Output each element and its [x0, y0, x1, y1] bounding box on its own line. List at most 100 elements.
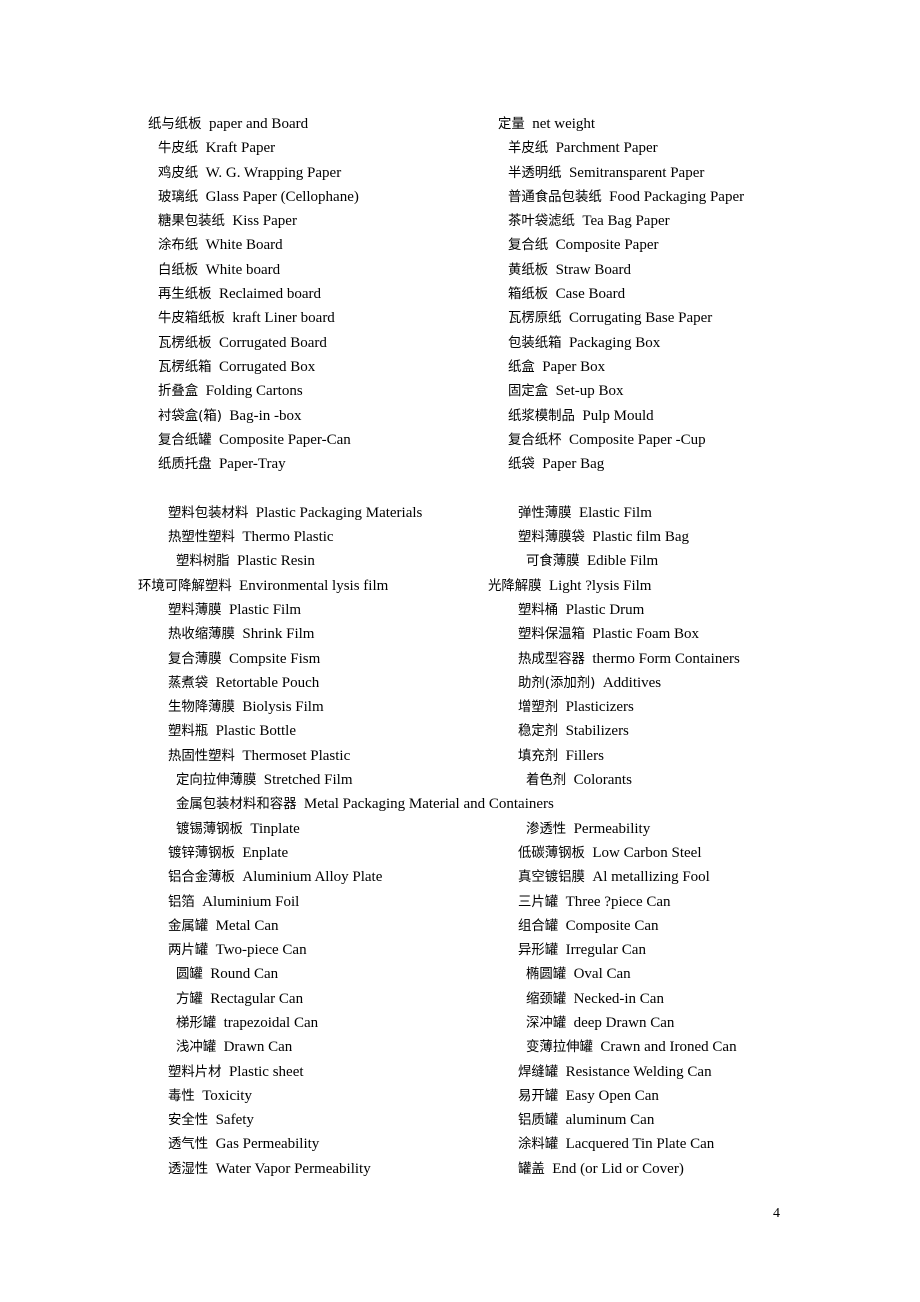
glossary-entry-left: 透气性 Gas Permeability	[148, 1132, 518, 1157]
term-chinese: 梯形罐	[176, 1015, 217, 1031]
term-english: Plastic sheet	[228, 1063, 304, 1080]
term-english: Colorants	[573, 772, 632, 789]
glossary-entry-right: 箱纸板 Case Board	[508, 282, 788, 307]
term-chinese: 环境可降解塑料	[138, 578, 232, 594]
glossary-entry-right: 低碳薄钢板 Low Carbon Steel	[518, 841, 788, 866]
term-english: Aluminium Alloy Plate	[242, 869, 383, 886]
glossary-entry-right: 变薄拉伸罐 Crawn and Ironed Can	[526, 1035, 788, 1060]
term-chinese: 镀锌薄钢板	[168, 845, 235, 861]
glossary-entry-left: 镀锌薄钢板 Enplate	[148, 841, 518, 866]
glossary-entry-left: 热塑性塑料 Thermo Plastic	[148, 525, 518, 550]
term-chinese: 弹性薄膜	[518, 505, 572, 521]
term-english: W. G. Wrapping Paper	[205, 164, 342, 181]
glossary-entry-right: 塑料桶 Plastic Drum	[518, 598, 788, 623]
term-english: Plasticizers	[565, 699, 634, 716]
term-english: Necked-in Can	[573, 990, 664, 1007]
glossary-row: 热塑性塑料 Thermo Plastic 塑料薄膜袋 Plastic film B…	[148, 525, 788, 549]
glossary-entry-left: 瓦楞纸板 Corrugated Board	[148, 331, 508, 356]
glossary-row: 铝合金薄板 Aluminium Alloy Plate 真空镀铝膜 Al meta…	[148, 865, 788, 889]
term-english: paper and Board	[208, 116, 309, 132]
term-chinese: 白纸板	[158, 262, 199, 278]
term-chinese: 着色剂	[526, 773, 567, 789]
term-chinese: 透湿性	[168, 1161, 209, 1177]
term-english: Environmental lysis film	[239, 577, 389, 594]
glossary-entry-right: 铝质罐 aluminum Can	[518, 1108, 788, 1133]
term-chinese: 填充剂	[518, 748, 559, 764]
glossary-entry-left: 纸与纸板 paper and Board	[148, 112, 498, 137]
term-english: thermo Form Containers	[592, 650, 740, 667]
glossary-entry-right: 普通食品包装纸 Food Packaging Paper	[508, 185, 788, 210]
glossary-entry-right: 罐盖 End (or Lid or Cover)	[518, 1157, 788, 1182]
term-english: Paper Box	[542, 358, 606, 375]
term-chinese: 瓦楞原纸	[508, 311, 562, 327]
glossary-entry-right: 异形罐 Irregular Can	[518, 938, 788, 963]
term-english: Water Vapor Permeability	[215, 1160, 371, 1177]
glossary-entry-right: 深冲罐 deep Drawn Can	[526, 1011, 788, 1036]
term-chinese: 茶叶袋滤纸	[508, 214, 575, 230]
term-chinese: 三片罐	[518, 894, 559, 910]
term-chinese: 塑料保温箱	[518, 627, 585, 643]
glossary-row: 梯形罐 trapezoidal Can 深冲罐 deep Drawn Can	[148, 1011, 788, 1035]
term-chinese: 纸与纸板	[148, 117, 202, 132]
term-english: Oval Can	[573, 966, 631, 983]
term-english: Plastic Foam Box	[592, 626, 700, 643]
glossary-row: 热收缩薄膜 Shrink Film 塑料保温箱 Plastic Foam Box	[148, 622, 788, 646]
term-english: Plastic Film	[228, 601, 302, 618]
glossary-entry-left: 浅冲罐 Drawn Can	[148, 1035, 526, 1060]
glossary-entry-left: 塑料树脂 Plastic Resin	[148, 549, 526, 574]
glossary-entry-left: 方罐 Rectagular Can	[148, 987, 526, 1012]
glossary-entry-left: 金属罐 Metal Can	[148, 914, 518, 939]
glossary-entry-left: 热收缩薄膜 Shrink Film	[148, 622, 518, 647]
term-chinese: 增塑剂	[518, 700, 559, 716]
glossary-row: 复合纸罐 Composite Paper-Can 复合纸杯 Composite P…	[148, 428, 788, 452]
glossary-entry-left: 再生纸板 Reclaimed board	[148, 282, 508, 307]
term-chinese: 纸质托盘	[158, 457, 212, 473]
glossary-row: 铝箔 Aluminium Foil 三片罐 Three ?piece Can	[148, 890, 788, 914]
term-chinese: 热塑性塑料	[168, 530, 235, 546]
term-english: Corrugated Board	[218, 334, 327, 351]
glossary-entry-right: 组合罐 Composite Can	[518, 914, 788, 939]
term-chinese: 瓦楞纸板	[158, 335, 212, 351]
term-chinese: 塑料片材	[168, 1064, 222, 1080]
term-english: Case Board	[555, 286, 626, 303]
glossary-entry-right: 定量 net weight	[498, 112, 788, 137]
term-chinese: 糖果包装纸	[158, 214, 225, 230]
glossary-row: 热固性塑料 Thermoset Plastic 填充剂 Fillers	[148, 744, 788, 768]
term-english: Edible Film	[586, 553, 659, 570]
term-chinese: 金属包装材料和容器	[176, 797, 297, 813]
glossary-row: 环境可降解塑料 Environmental lysis film 光降解膜 Lig…	[138, 574, 788, 598]
term-english: deep Drawn Can	[573, 1014, 675, 1031]
term-chinese: 两片罐	[168, 943, 209, 959]
glossary-row: 方罐 Rectagular Can 缩颈罐 Necked-in Can	[148, 987, 788, 1011]
term-english: Composite Paper	[555, 237, 659, 254]
glossary-entry-right: 渗透性 Permeability	[526, 817, 788, 842]
glossary-entry-right: 纸浆模制品 Pulp Mould	[508, 404, 788, 429]
glossary-entry-left: 塑料瓶 Plastic Bottle	[148, 719, 518, 744]
term-english: Food Packaging Paper	[609, 188, 745, 205]
term-chinese: 易开罐	[518, 1088, 559, 1104]
glossary-entry-right: 纸袋 Paper Bag	[508, 452, 788, 477]
term-english: Rectagular Can	[210, 990, 304, 1007]
glossary-entry-right: 易开罐 Easy Open Can	[518, 1084, 788, 1109]
term-english: Corrugated Box	[218, 358, 316, 375]
term-english: Lacquered Tin Plate Can	[565, 1136, 715, 1153]
term-english: Glass Paper (Cellophane)	[205, 188, 359, 205]
glossary-entry-right: 可食薄膜 Edible Film	[526, 549, 788, 574]
term-chinese: 椭圆罐	[526, 967, 567, 983]
glossary-row: 白纸板 White board 黄纸板 Straw Board	[148, 258, 788, 282]
glossary-entry-right: 羊皮纸 Parchment Paper	[508, 136, 788, 161]
term-chinese: 纸盒	[508, 359, 535, 375]
term-english: Tinplate	[250, 820, 300, 837]
glossary-entry-left: 鸡皮纸 W. G. Wrapping Paper	[148, 161, 508, 186]
term-english: Retortable Pouch	[215, 674, 320, 691]
glossary-entry-left: 折叠盒 Folding Cartons	[148, 379, 508, 404]
term-chinese: 涂布纸	[158, 238, 199, 254]
term-english: Plastic Resin	[236, 553, 315, 570]
term-chinese: 蒸煮袋	[168, 675, 209, 691]
glossary-entry-right: 黄纸板 Straw Board	[508, 258, 788, 283]
glossary-entry-left: 纸质托盘 Paper-Tray	[148, 452, 508, 477]
glossary-row: 生物降薄膜 Biolysis Film 增塑剂 Plasticizers	[148, 695, 788, 719]
glossary-entry-right: 半透明纸 Semitransparent Paper	[508, 161, 788, 186]
term-chinese: 组合罐	[518, 918, 559, 934]
glossary-row: 玻璃纸 Glass Paper (Cellophane) 普通食品包装纸 Food…	[148, 185, 788, 209]
